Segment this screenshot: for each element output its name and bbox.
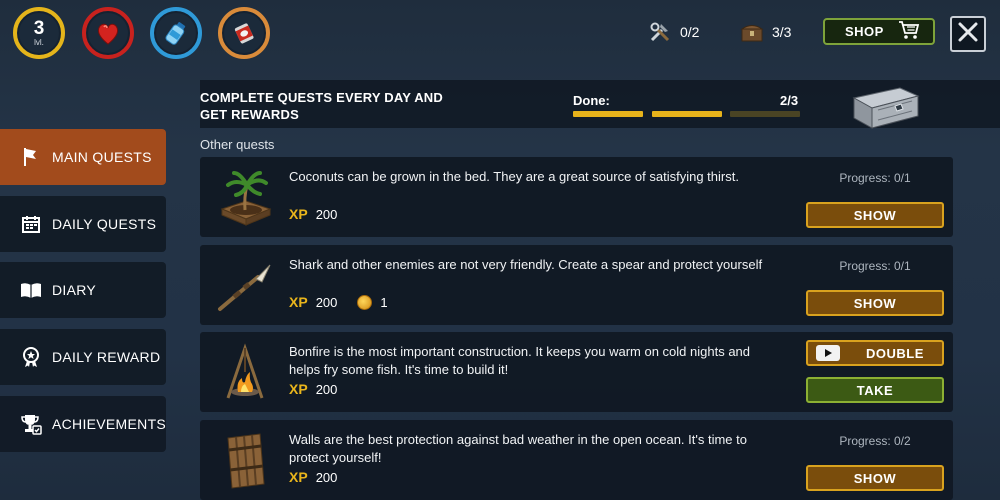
trophy-icon <box>20 413 42 435</box>
quest-reward: XP 200 <box>289 469 337 485</box>
quest-description: Walls are the best protection against ba… <box>289 432 747 465</box>
spear-icon <box>214 255 276 315</box>
take-button-label: TAKE <box>856 382 894 398</box>
quest-card: Bonfire is the most important constructi… <box>200 332 953 412</box>
show-button-label: SHOW <box>853 470 897 486</box>
quest-description: Shark and other enemies are not very fri… <box>289 257 763 272</box>
sidebar-item-diary[interactable]: DIARY <box>0 262 166 318</box>
top-bar: 3 lvl. 0/2 3/3 SHOP <box>0 0 1000 66</box>
chest-icon <box>740 20 764 44</box>
tools-counter: 0/2 <box>648 18 699 46</box>
xp-amount: 200 <box>315 381 338 397</box>
done-progress-segment <box>573 111 643 117</box>
health-indicator[interactable] <box>82 7 134 59</box>
sidebar-item-label: DAILY REWARD <box>52 349 161 365</box>
xp-amount: 200 <box>315 206 338 222</box>
quest-description: Bonfire is the most important constructi… <box>289 344 751 377</box>
water-bottle-icon <box>156 13 196 53</box>
tools-count: 0/2 <box>680 24 700 40</box>
shop-label: SHOP <box>845 24 884 39</box>
done-progress-segment <box>652 111 722 117</box>
sidebar-item-main-quests[interactable]: MAIN QUESTS <box>0 129 166 185</box>
show-button-label: SHOW <box>853 295 897 311</box>
daily-goal-text: COMPLETE QUESTS EVERY DAY AND GET REWARD… <box>200 90 443 122</box>
done-progress-segment <box>730 111 800 117</box>
sidebar-item-label: MAIN QUESTS <box>52 149 152 165</box>
medal-icon <box>20 346 42 368</box>
show-button[interactable]: SHOW <box>806 290 944 316</box>
xp-icon: XP <box>289 206 308 222</box>
tools-icon <box>648 20 672 44</box>
quest-card: Coconuts can be grown in the bed. They a… <box>200 157 953 237</box>
food-can-icon <box>224 13 264 53</box>
quest-description: Coconuts can be grown in the bed. They a… <box>289 169 739 184</box>
cart-icon <box>898 20 920 43</box>
chests-count: 3/3 <box>772 24 792 40</box>
quest-progress: Progress: 0/1 <box>839 171 911 185</box>
double-button-label: DOUBLE <box>866 345 924 361</box>
quest-reward: XP 200 <box>289 206 337 222</box>
calendar-icon <box>20 213 42 235</box>
section-title: Other quests <box>200 137 275 152</box>
reward-chest-icon[interactable] <box>848 80 924 132</box>
quest-progress: Progress: 0/1 <box>839 259 911 273</box>
coin-icon <box>357 294 373 310</box>
bonfire-icon <box>214 342 276 402</box>
double-reward-button[interactable]: DOUBLE <box>806 340 944 366</box>
take-button[interactable]: TAKE <box>806 377 944 403</box>
show-button[interactable]: SHOW <box>806 202 944 228</box>
sidebar-item-daily-quests[interactable]: DAILY QUESTS <box>0 196 166 252</box>
level-value: 3 <box>33 17 45 39</box>
done-count: 2/3 <box>780 93 799 108</box>
heart-icon <box>88 13 128 53</box>
palm-bed-icon <box>214 167 276 227</box>
close-icon <box>957 21 979 48</box>
level-label: lvl. <box>34 37 44 47</box>
quest-reward: XP 200 1 <box>289 294 388 310</box>
xp-icon: XP <box>289 294 308 310</box>
show-button[interactable]: SHOW <box>806 465 944 491</box>
show-button-label: SHOW <box>853 207 897 223</box>
shop-button[interactable]: SHOP <box>823 18 935 45</box>
sidebar-item-daily-reward[interactable]: DAILY REWARD <box>0 329 166 385</box>
book-icon <box>20 279 42 301</box>
close-button[interactable] <box>950 16 986 52</box>
sidebar-item-label: DAILY QUESTS <box>52 216 157 232</box>
level-badge: 3 lvl. <box>19 13 59 53</box>
chests-counter: 3/3 <box>740 18 791 46</box>
video-ad-icon <box>816 345 840 361</box>
quest-card: Walls are the best protection against ba… <box>200 420 953 500</box>
coin-amount: 1 <box>380 294 388 310</box>
xp-icon: XP <box>289 469 308 485</box>
quest-card: Shark and other enemies are not very fri… <box>200 245 953 325</box>
flag-icon <box>20 146 42 168</box>
sidebar-item-label: ACHIEVEMENTS <box>52 416 167 432</box>
xp-amount: 200 <box>315 469 338 485</box>
xp-amount: 200 <box>315 294 338 310</box>
quest-progress: Progress: 0/2 <box>839 434 911 448</box>
sidebar-item-achievements[interactable]: ACHIEVEMENTS <box>0 396 166 452</box>
food-indicator[interactable] <box>218 7 270 59</box>
wooden-wall-icon <box>214 430 276 490</box>
quest-reward: XP 200 <box>289 381 337 397</box>
water-indicator[interactable] <box>150 7 202 59</box>
sidebar-item-label: DIARY <box>52 282 97 298</box>
done-label: Done: <box>573 93 610 108</box>
xp-icon: XP <box>289 381 308 397</box>
level-indicator: 3 lvl. <box>13 7 65 59</box>
